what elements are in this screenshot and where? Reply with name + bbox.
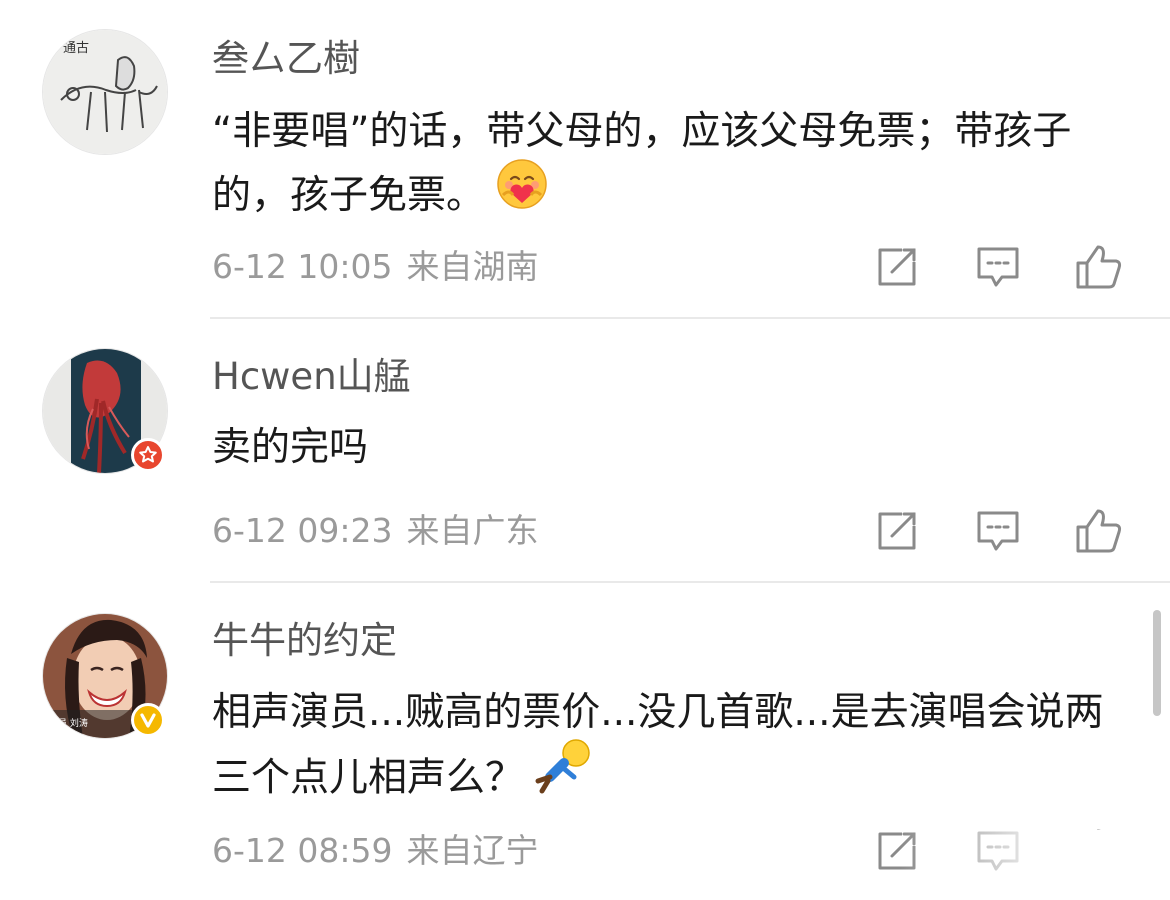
comment-actions <box>870 240 1130 294</box>
like-button[interactable] <box>1072 240 1126 294</box>
share-button[interactable] <box>870 504 924 558</box>
share-button[interactable] <box>870 240 924 294</box>
comment-actions <box>870 504 1130 558</box>
comment-button[interactable] <box>971 504 1025 558</box>
like-icon <box>1076 245 1122 289</box>
red-star-badge <box>131 438 165 472</box>
comment-text: “非要唱”的话，带父母的，应该父母免票；带孩子的，孩子免票。 <box>212 100 1132 231</box>
like-button[interactable] <box>1072 504 1126 558</box>
scrollbar[interactable] <box>1153 610 1161 716</box>
comment-icon <box>977 247 1019 287</box>
yellow-verified-badge <box>131 703 165 737</box>
timestamp: 6-12 10:05 <box>212 247 393 286</box>
username[interactable]: Hcwen山艋 <box>212 353 411 401</box>
svg-text:通古: 通古 <box>63 41 89 56</box>
timestamp: 6-12 09:23 <box>212 511 393 550</box>
svg-text:演员 刘涛: 演员 刘涛 <box>49 717 88 729</box>
location: 来自辽宁 <box>406 831 539 870</box>
location: 来自广东 <box>406 511 539 550</box>
comment-meta: 6-12 10:05 来自湖南 <box>212 247 539 287</box>
bottom-fade-overlay <box>900 830 1170 900</box>
divider <box>210 317 1170 319</box>
fallen-figure-emoji <box>534 737 596 815</box>
username[interactable]: 叁厶乙樹 <box>212 35 360 83</box>
share-icon <box>878 512 916 550</box>
comment-text: 卖的完吗 <box>212 425 369 470</box>
location: 来自湖南 <box>406 247 539 286</box>
comment-icon <box>977 511 1019 551</box>
avatar[interactable]: 通古 <box>42 29 168 155</box>
comment-button[interactable] <box>971 240 1025 294</box>
username[interactable]: 牛牛的约定 <box>212 617 397 665</box>
comment-meta: 6-12 09:23 来自广东 <box>212 511 539 551</box>
like-icon <box>1076 509 1122 553</box>
comment-text: 相声演员...贼高的票价...没几首歌...是去演唱会说两三个点儿相声么？ <box>212 681 1132 815</box>
hugging-heart-emoji <box>495 157 549 231</box>
divider <box>210 581 1170 583</box>
share-icon <box>878 248 916 286</box>
comment-meta: 6-12 08:59 来自辽宁 <box>212 831 539 871</box>
timestamp: 6-12 08:59 <box>212 831 393 870</box>
